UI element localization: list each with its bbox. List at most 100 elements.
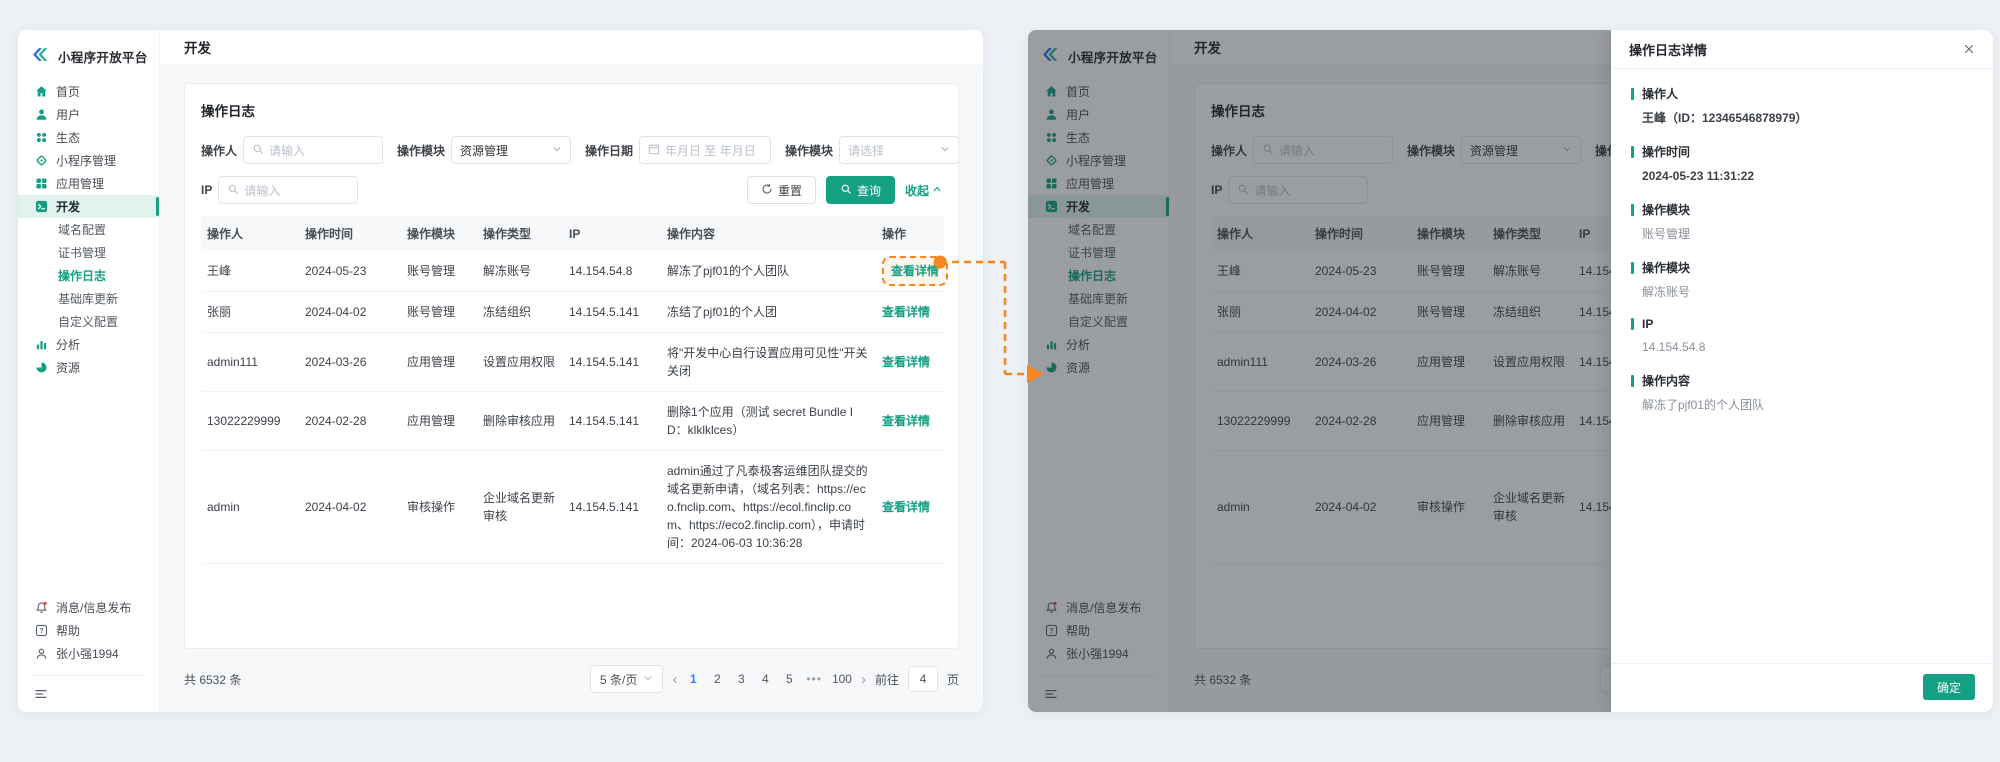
sidebar-item[interactable]: 基础库更新 [18, 287, 159, 310]
query-button[interactable]: 查询 [826, 176, 895, 204]
total-count: 共 6532 条 [184, 671, 241, 688]
sidebar-item[interactable]: 分析 [18, 333, 159, 356]
help-icon: ? [34, 624, 48, 638]
date-filter-label: 操作日期 [585, 142, 633, 159]
view-detail-link[interactable]: 查看详情 [882, 305, 930, 319]
cell-time: 2024-03-26 [299, 333, 401, 392]
date-range-placeholder: 年月日 至 年月日 [665, 142, 756, 159]
dev-terminal-icon [34, 200, 48, 214]
close-icon[interactable] [1963, 43, 1975, 55]
sidebar-menu: 首页用户生态小程序管理应用管理开发域名配置证书管理操作日志基础库更新自定义配置分… [18, 80, 159, 379]
page-header: 开发 [160, 30, 983, 65]
cell-content: 删除1个应用（测试 secret Bundle ID：klklklces） [661, 392, 876, 451]
cell-content: 解冻了pjf01的个人团队 [661, 251, 876, 292]
sidebar-item[interactable]: 操作日志 [18, 264, 159, 287]
page-button: ••• [806, 672, 822, 686]
sidebar-item[interactable]: ?帮助 [18, 619, 159, 642]
page-size-select[interactable]: 5 条/页 [590, 665, 663, 693]
drawer-field: 操作人王峰（ID：12346546878979） [1631, 85, 1973, 127]
goto-page-input[interactable]: 4 [908, 666, 938, 692]
cell-type: 解冻账号 [477, 251, 563, 292]
sidebar-item[interactable]: 应用管理 [18, 172, 159, 195]
view-detail-link[interactable]: 查看详情 [891, 264, 939, 278]
module2-select[interactable]: 请选择 [839, 136, 959, 164]
sidebar-item[interactable]: 张小强1994 [18, 642, 159, 665]
page-button[interactable]: 100 [832, 672, 852, 686]
sidebar-item[interactable]: 首页 [18, 80, 159, 103]
main-area: 开发 操作日志 操作人 请输入 [160, 30, 983, 712]
drawer-field-label: IP [1631, 317, 1973, 331]
sidebar-item-label: 操作日志 [58, 267, 106, 284]
column-header: 操作类型 [477, 216, 563, 251]
left-screen: 小程序开放平台 首页用户生态小程序管理应用管理开发域名配置证书管理操作日志基础库… [18, 30, 983, 712]
drawer-field-label: 操作内容 [1631, 372, 1973, 389]
card-title: 操作日志 [201, 100, 942, 120]
collapse-filters-link[interactable]: 收起 [905, 182, 942, 199]
page-button[interactable]: 4 [758, 672, 772, 686]
drawer-footer: 确定 [1611, 663, 1993, 712]
ip-input[interactable]: 请输入 [218, 176, 358, 204]
apps-icon [34, 177, 48, 191]
brand-logo: 小程序开放平台 [18, 42, 159, 80]
sidebar-item[interactable]: 小程序管理 [18, 149, 159, 172]
sidebar-bottom-menu: 消息/信息发布?帮助张小强1994 [18, 596, 159, 665]
operator-input[interactable]: 请输入 [243, 136, 383, 164]
cell-module: 账号管理 [401, 292, 477, 333]
date-range-input[interactable]: 年月日 至 年月日 [639, 136, 771, 164]
goto-label: 前往 [875, 671, 899, 688]
cell-type: 企业域名更新审核 [477, 451, 563, 564]
page-button[interactable]: 2 [710, 672, 724, 686]
cell-time: 2024-05-23 [299, 251, 401, 292]
prev-page-button[interactable]: ‹ [672, 672, 677, 687]
brand-logo-icon [32, 46, 52, 66]
page-button[interactable]: 1 [686, 672, 700, 686]
view-detail-link[interactable]: 查看详情 [882, 355, 930, 369]
view-detail-link[interactable]: 查看详情 [882, 500, 930, 514]
page-button[interactable]: 5 [782, 672, 796, 686]
drawer-field-value: 解冻了pjf01的个人团队 [1631, 396, 1973, 414]
confirm-button[interactable]: 确定 [1923, 674, 1975, 700]
sidebar-item[interactable]: 证书管理 [18, 241, 159, 264]
table-row: admin1112024-03-26应用管理设置应用权限14.154.5.141… [201, 333, 944, 392]
cell-ip: 14.154.54.8 [563, 251, 661, 292]
cell-time: 2024-04-02 [299, 292, 401, 333]
column-header: IP [563, 216, 661, 251]
sidebar-item[interactable]: 域名配置 [18, 218, 159, 241]
search-icon [252, 143, 264, 158]
next-page-button[interactable]: › [861, 672, 866, 687]
cell-operator: 13022229999 [201, 392, 299, 451]
chevron-down-icon [940, 143, 950, 157]
module-select[interactable]: 资源管理 [451, 136, 571, 164]
drawer-field-label: 操作模块 [1631, 259, 1973, 276]
sidebar-item[interactable]: 生态 [18, 126, 159, 149]
user-icon [34, 108, 48, 122]
table-row: 王峰2024-05-23账号管理解冻账号14.154.54.8解冻了pjf01的… [201, 251, 944, 292]
cell-module: 应用管理 [401, 392, 477, 451]
page-button[interactable]: 3 [734, 672, 748, 686]
sidebar-item[interactable]: 开发 [18, 195, 159, 218]
sidebar-item[interactable]: 用户 [18, 103, 159, 126]
operation-log-card: 操作日志 操作人 请输入 操作模块 [184, 83, 959, 649]
sidebar-item-label: 自定义配置 [58, 313, 118, 330]
cell-operator: 张丽 [201, 292, 299, 333]
chevron-down-icon [552, 143, 562, 157]
chevron-down-icon [643, 672, 653, 686]
sidebar-item[interactable]: 资源 [18, 356, 159, 379]
module-select-value: 资源管理 [460, 142, 508, 159]
sidebar-item[interactable]: 消息/信息发布 [18, 596, 159, 619]
content-area: 操作日志 操作人 请输入 操作模块 [160, 65, 983, 712]
sidebar-item[interactable]: 自定义配置 [18, 310, 159, 333]
filter-bar: 操作人 请输入 操作模块 资源管理 [201, 136, 942, 204]
search-icon [840, 183, 852, 198]
reset-button[interactable]: 重置 [747, 176, 816, 204]
table-row: admin2024-04-02审核操作企业域名更新审核14.154.5.141a… [201, 451, 944, 564]
sidebar-collapse-icon[interactable] [18, 684, 159, 704]
detail-drawer: 操作日志详情 操作人王峰（ID：12346546878979）操作时间2024-… [1611, 30, 1993, 712]
view-detail-link[interactable]: 查看详情 [882, 414, 930, 428]
ecosystem-icon [34, 131, 48, 145]
page-title: 开发 [184, 37, 211, 57]
cell-module: 应用管理 [401, 333, 477, 392]
pagination-bar: 共 6532 条 5 条/页 ‹ 12345•••100 › 前往 4 页 [184, 665, 959, 693]
app-window: 小程序开放平台 首页用户生态小程序管理应用管理开发域名配置证书管理操作日志基础库… [18, 30, 983, 712]
drawer-field: 操作模块解冻账号 [1631, 259, 1973, 301]
